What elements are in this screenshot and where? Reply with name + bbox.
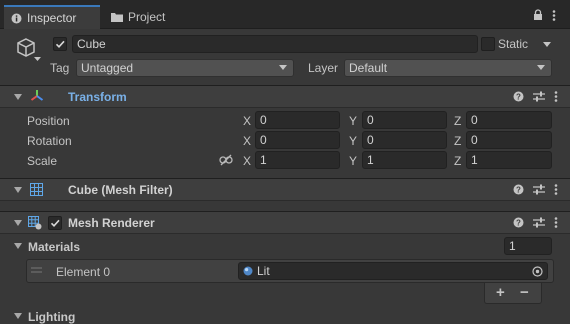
static-checkbox[interactable] xyxy=(481,37,495,51)
position-z-label[interactable]: Z xyxy=(454,114,461,128)
help-icon[interactable]: ? xyxy=(513,184,524,195)
transform-title: Transform xyxy=(68,90,127,104)
tag-label: Tag xyxy=(50,61,70,75)
materials-count-field[interactable]: 1 xyxy=(504,237,552,255)
drag-handle-icon[interactable] xyxy=(31,267,42,273)
remove-element-button[interactable]: − xyxy=(520,284,529,301)
rotation-x-label[interactable]: X xyxy=(243,134,251,148)
chevron-down-icon[interactable] xyxy=(34,57,41,61)
scale-label: Scale xyxy=(27,154,58,168)
scale-x-label[interactable]: X xyxy=(243,154,251,168)
material-object-field[interactable]: Lit xyxy=(238,262,548,280)
more-menu-icon[interactable] xyxy=(554,217,558,228)
lighting-fold-icon[interactable] xyxy=(14,313,22,319)
object-picker-icon[interactable] xyxy=(532,266,543,277)
rotation-x-field[interactable]: 0 xyxy=(255,131,340,149)
preset-sliders-icon[interactable] xyxy=(533,91,545,102)
tab-bar: Inspector Project xyxy=(0,0,570,29)
constrain-proportions-icon[interactable] xyxy=(219,154,233,166)
mesh-grid-icon xyxy=(30,183,43,196)
preset-sliders-icon[interactable] xyxy=(533,217,545,228)
scale-y-field[interactable]: 1 xyxy=(362,151,447,169)
help-icon[interactable]: ? xyxy=(513,91,524,102)
rotation-z-field[interactable]: 0 xyxy=(466,131,552,149)
tab-inspector-label: Inspector xyxy=(27,11,77,25)
mesh-renderer-header[interactable]: Mesh Renderer ? xyxy=(0,211,570,234)
info-icon xyxy=(11,13,22,24)
position-y-label[interactable]: Y xyxy=(349,114,357,128)
lighting-label[interactable]: Lighting xyxy=(28,310,75,324)
position-y-field[interactable]: 0 xyxy=(362,111,447,129)
chevron-down-icon xyxy=(537,65,545,70)
scale-z-field[interactable]: 1 xyxy=(466,151,552,169)
materials-label[interactable]: Materials xyxy=(28,240,80,254)
tab-project[interactable]: Project xyxy=(104,5,184,29)
position-x-field[interactable]: 0 xyxy=(255,111,340,129)
help-icon[interactable]: ? xyxy=(513,217,524,228)
add-element-button[interactable]: + xyxy=(496,284,505,301)
svg-text:?: ? xyxy=(516,93,521,102)
materials-fold-icon[interactable] xyxy=(14,243,22,249)
scale-x-field[interactable]: 1 xyxy=(255,151,340,169)
position-z-field[interactable]: 0 xyxy=(466,111,552,129)
layer-dropdown[interactable]: Default xyxy=(344,59,552,77)
more-menu-icon[interactable] xyxy=(554,184,558,195)
mesh-renderer-icon xyxy=(28,216,42,230)
fold-triangle-icon xyxy=(14,94,22,100)
mesh-filter-title: Cube (Mesh Filter) xyxy=(68,183,173,197)
folder-icon xyxy=(111,12,123,22)
tab-project-label: Project xyxy=(128,10,166,24)
fold-triangle-icon xyxy=(14,220,22,226)
material-value: Lit xyxy=(257,264,270,278)
tag-dropdown[interactable]: Untagged xyxy=(76,59,294,77)
lock-icon[interactable] xyxy=(533,9,543,21)
scale-y-label[interactable]: Y xyxy=(349,154,357,168)
preset-sliders-icon[interactable] xyxy=(533,184,545,195)
mesh-renderer-title: Mesh Renderer xyxy=(68,216,155,230)
position-x-label[interactable]: X xyxy=(243,114,251,128)
svg-text:?: ? xyxy=(516,186,521,195)
element-0-label: Element 0 xyxy=(56,265,111,279)
more-menu-icon[interactable] xyxy=(554,91,558,102)
tag-value: Untagged xyxy=(81,61,134,75)
scale-z-label[interactable]: Z xyxy=(454,154,461,168)
object-name-field[interactable]: Cube xyxy=(72,35,478,53)
tab-inspector[interactable]: Inspector xyxy=(4,5,100,29)
transform-axes-icon xyxy=(30,89,44,103)
layer-label: Layer xyxy=(308,61,339,75)
rotation-y-label[interactable]: Y xyxy=(349,134,357,148)
fold-triangle-icon xyxy=(14,187,22,193)
active-checkbox[interactable] xyxy=(53,37,67,51)
static-label: Static xyxy=(498,37,529,51)
chevron-down-icon xyxy=(279,65,287,70)
rotation-y-field[interactable]: 0 xyxy=(362,131,447,149)
more-menu-icon[interactable] xyxy=(552,10,556,21)
static-dropdown-icon[interactable] xyxy=(543,42,551,47)
svg-text:?: ? xyxy=(516,219,521,228)
add-remove-footer xyxy=(484,283,542,304)
rotation-z-label[interactable]: Z xyxy=(454,134,461,148)
position-label: Position xyxy=(27,114,70,128)
mesh-filter-header[interactable]: Cube (Mesh Filter) ? xyxy=(0,178,570,201)
transform-header[interactable]: Transform ? xyxy=(0,85,570,108)
material-sphere-icon xyxy=(243,266,253,276)
layer-value: Default xyxy=(349,61,388,75)
mesh-renderer-enabled-checkbox[interactable] xyxy=(48,216,62,230)
rotation-label: Rotation xyxy=(27,134,72,148)
cube-object-icon xyxy=(15,37,37,59)
